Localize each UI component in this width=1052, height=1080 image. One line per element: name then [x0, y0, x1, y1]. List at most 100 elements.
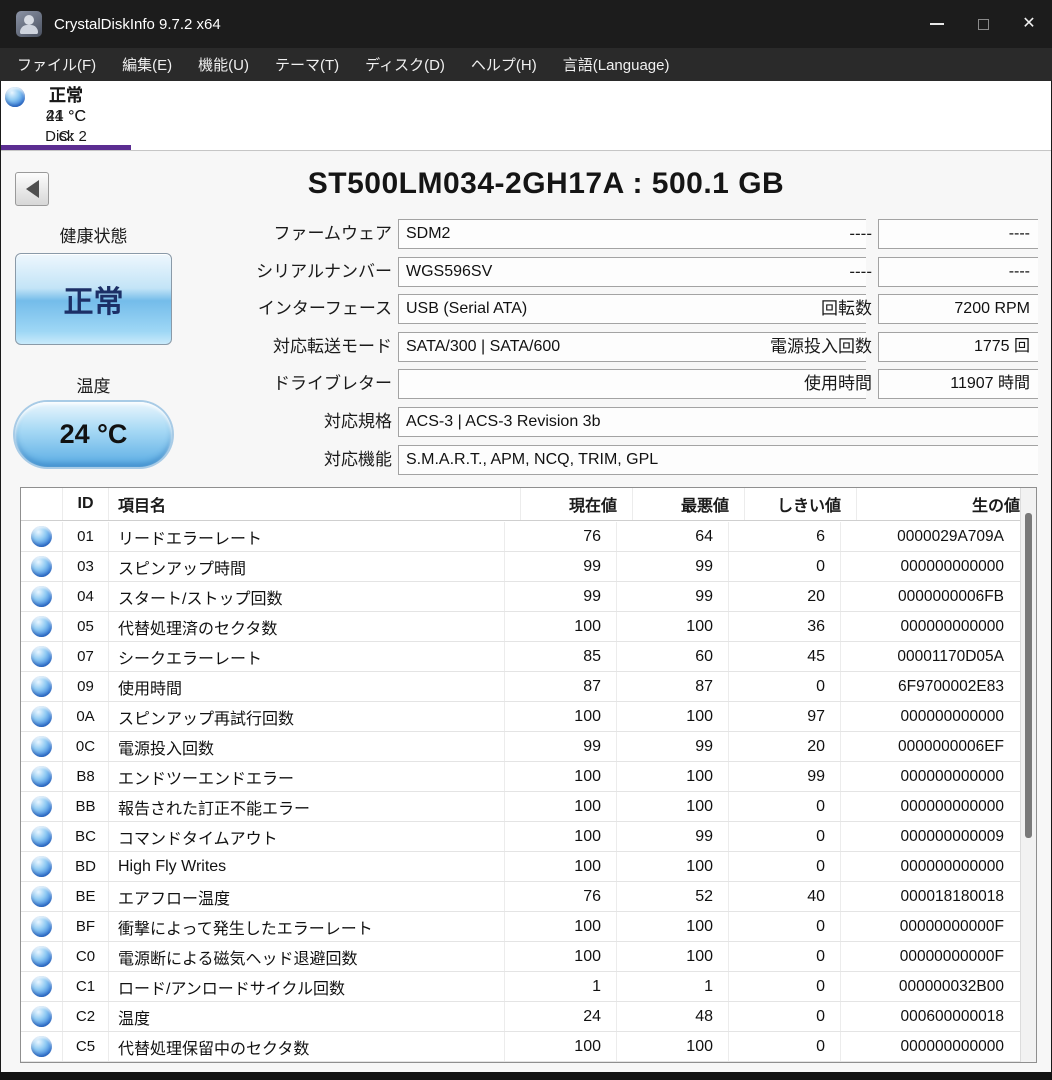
attribute-id: B8 — [63, 762, 109, 791]
header-raw: 生の値 — [971, 498, 1020, 515]
menubar: ファイル(F) 編集(E) 機能(U) テーマ(T) ディスク(D) ヘルプ(H… — [0, 48, 1052, 81]
menu-item[interactable]: テーマ(T) — [262, 48, 352, 81]
attribute-worst: 99 — [617, 552, 729, 581]
attribute-id: 01 — [63, 522, 109, 551]
attribute-id: 07 — [63, 642, 109, 671]
app-icon — [16, 11, 42, 37]
status-orb-icon — [31, 646, 52, 667]
row-status-cell — [21, 732, 63, 761]
info-field-row: 対応規格 ACS-3 | ACS-3 Revision 3b — [1, 406, 1038, 437]
header-threshold: しきい値 — [745, 488, 857, 520]
disk-selector-bar: 正常 41 °C C: 正常 24 °C Disk 2 — [1, 81, 1051, 151]
menu-item[interactable]: ヘルプ(H) — [458, 48, 550, 81]
maximize-button[interactable] — [960, 0, 1006, 48]
stat-field-row: 電源投入回数 1775 回 — [1, 331, 1038, 362]
status-orb-icon — [31, 766, 52, 787]
attribute-current: 24 — [505, 1002, 617, 1031]
back-button[interactable] — [15, 172, 49, 206]
table-row[interactable]: BC コマンドタイムアウト 100 99 0 000000000009 — [21, 822, 1020, 852]
drive-title: ST500LM034-2GH17A : 500.1 GB — [307, 167, 785, 200]
attribute-raw: 000000000000 — [900, 767, 1004, 785]
close-icon: ✕ — [1022, 15, 1036, 32]
table-row[interactable]: BE エアフロー温度 76 52 40 000018180018 — [21, 882, 1020, 912]
attribute-worst: 100 — [617, 762, 729, 791]
attribute-raw: 000000032B00 — [898, 977, 1004, 995]
menu-item[interactable]: 編集(E) — [109, 48, 185, 81]
minimize-button[interactable] — [914, 0, 960, 48]
status-orb-icon — [31, 676, 52, 697]
status-orb-icon — [31, 616, 52, 637]
table-row[interactable]: 0A スピンアップ再試行回数 100 100 97 000000000000 — [21, 702, 1020, 732]
menu-item[interactable]: ファイル(F) — [4, 48, 109, 81]
disk-tab[interactable]: 正常 24 °C Disk 2 — [1, 83, 131, 150]
status-orb-icon — [31, 526, 52, 547]
row-status-cell — [21, 852, 63, 881]
attribute-current: 76 — [505, 522, 617, 551]
attribute-id: 0C — [63, 732, 109, 761]
attribute-threshold: 6 — [729, 522, 841, 551]
table-row[interactable]: 03 スピンアップ時間 99 99 0 000000000000 — [21, 552, 1020, 582]
attribute-worst: 60 — [617, 642, 729, 671]
attribute-id: BF — [63, 912, 109, 941]
attribute-worst: 100 — [617, 912, 729, 941]
stat-field-label: ---- — [849, 261, 872, 281]
row-status-cell — [21, 882, 63, 911]
table-row[interactable]: BD High Fly Writes 100 100 0 00000000000… — [21, 852, 1020, 882]
titlebar: CrystalDiskInfo 9.7.2 x64 ✕ — [0, 0, 1052, 48]
table-row[interactable]: BB 報告された訂正不能エラー 100 100 0 000000000000 — [21, 792, 1020, 822]
attribute-id: BD — [63, 852, 109, 881]
attribute-name: 報告された訂正不能エラー — [109, 792, 505, 821]
row-status-cell — [21, 792, 63, 821]
attribute-id: C2 — [63, 1002, 109, 1031]
table-row[interactable]: B8 エンドツーエンドエラー 100 100 99 000000000000 — [21, 762, 1020, 792]
table-row[interactable]: C1 ロード/アンロードサイクル回数 1 1 0 000000032B00 — [21, 972, 1020, 1002]
table-row[interactable]: 04 スタート/ストップ回数 99 99 20 0000000006FB — [21, 582, 1020, 612]
table-row[interactable]: 01 リードエラーレート 76 64 6 0000029A709A — [21, 522, 1020, 552]
stat-field-label: 使用時間 — [804, 374, 872, 394]
status-orb-icon — [31, 856, 52, 877]
table-header: ID 項目名 現在値 最悪値 しきい値 生の値 — [21, 488, 1036, 521]
status-orb-icon — [31, 556, 52, 577]
table-scrollbar[interactable] — [1020, 488, 1036, 1062]
menu-item[interactable]: 言語(Language) — [550, 48, 683, 81]
table-row[interactable]: 09 使用時間 87 87 0 6F9700002E83 — [21, 672, 1020, 702]
attribute-current: 85 — [505, 642, 617, 671]
attribute-raw: 000000000000 — [900, 797, 1004, 815]
attribute-name: スピンアップ再試行回数 — [109, 702, 505, 731]
attribute-current: 100 — [505, 702, 617, 731]
close-button[interactable]: ✕ — [1006, 0, 1052, 48]
table-row[interactable]: C2 温度 24 48 0 000600000018 — [21, 1002, 1020, 1032]
window-title: CrystalDiskInfo 9.7.2 x64 — [54, 15, 221, 33]
table-row[interactable]: BF 衝撃によって発生したエラーレート 100 100 0 0000000000… — [21, 912, 1020, 942]
stat-field-value: 7200 RPM — [878, 294, 1038, 325]
menu-item[interactable]: 機能(U) — [185, 48, 262, 81]
attribute-threshold: 0 — [729, 792, 841, 821]
attribute-worst: 52 — [617, 882, 729, 911]
row-status-cell — [21, 672, 63, 701]
row-status-cell — [21, 702, 63, 731]
table-row[interactable]: 0C 電源投入回数 99 99 20 0000000006EF — [21, 732, 1020, 762]
table-row[interactable]: C5 代替処理保留中のセクタ数 100 100 0 000000000000 — [21, 1032, 1020, 1062]
stat-field-label: ---- — [849, 224, 872, 243]
row-status-cell — [21, 612, 63, 641]
stat-field-row: 回転数 7200 RPM — [1, 294, 1038, 325]
scrollbar-thumb[interactable] — [1025, 513, 1032, 838]
stat-field-row: ---- ---- — [1, 256, 1038, 287]
attribute-threshold: 45 — [729, 642, 841, 671]
attribute-raw: 000000000000 — [900, 857, 1004, 875]
attribute-raw: 0000000006FB — [897, 587, 1004, 605]
status-orb-icon — [31, 796, 52, 817]
status-orb-icon — [31, 1006, 52, 1027]
table-row[interactable]: 05 代替処理済のセクタ数 100 100 36 000000000000 — [21, 612, 1020, 642]
table-row[interactable]: 07 シークエラーレート 85 60 45 00001170D05A — [21, 642, 1020, 672]
attribute-name: エンドツーエンドエラー — [109, 762, 505, 791]
attribute-threshold: 99 — [729, 762, 841, 791]
menu-item[interactable]: ディスク(D) — [352, 48, 458, 81]
attribute-threshold: 0 — [729, 552, 841, 581]
status-orb-icon — [31, 976, 52, 997]
attribute-threshold: 40 — [729, 882, 841, 911]
attribute-worst: 100 — [617, 852, 729, 881]
attribute-name: リードエラーレート — [109, 522, 505, 551]
table-row[interactable]: C0 電源断による磁気ヘッド退避回数 100 100 0 00000000000… — [21, 942, 1020, 972]
attribute-id: BC — [63, 822, 109, 851]
